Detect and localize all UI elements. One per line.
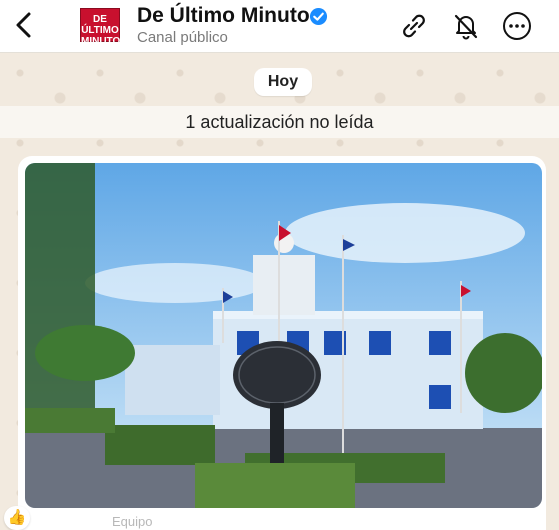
verified-badge-icon — [309, 7, 328, 26]
reaction-badge[interactable]: 👍 — [4, 506, 30, 530]
logo-line1: DE ÚLTIMO — [81, 14, 119, 36]
channel-logo[interactable]: DE ÚLTIMO MINUTO — [80, 8, 120, 47]
link-icon[interactable] — [398, 10, 430, 42]
channel-header: DE ÚLTIMO MINUTO De Último Minuto Canal … — [0, 0, 559, 53]
channel-type: Canal público — [137, 29, 228, 46]
unread-banner: 1 actualización no leída — [0, 106, 559, 138]
message-photo[interactable] — [25, 163, 542, 508]
more-options-icon[interactable] — [501, 10, 533, 42]
message-caption-partial: Equipo — [112, 514, 153, 529]
logo-line2: MINUTO — [81, 36, 121, 47]
channel-name[interactable]: De Último Minuto — [137, 4, 310, 28]
day-divider: Hoy — [254, 68, 312, 96]
back-arrow-icon[interactable] — [10, 8, 38, 42]
mute-bell-icon[interactable] — [450, 10, 482, 42]
